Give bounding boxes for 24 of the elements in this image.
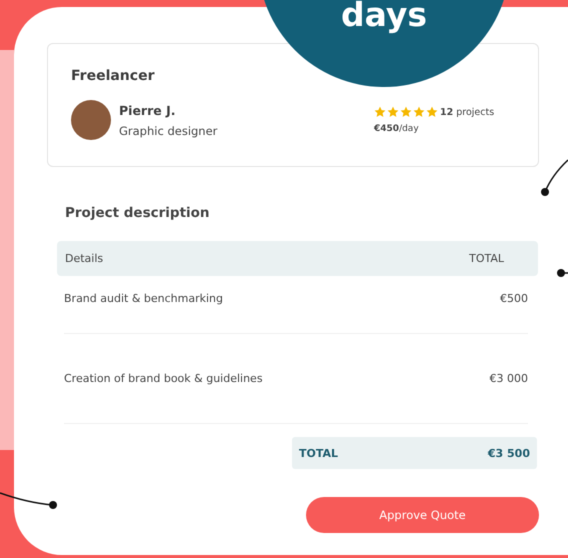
table-cell: €500 [500,292,528,305]
total-label: TOTAL [299,446,338,460]
star-icon [374,106,386,118]
projects-count: 12 projects [440,106,494,118]
connector-line [0,492,57,509]
star-icon [387,106,399,118]
connector-line [541,159,568,196]
table-cell: Brand audit & benchmarking [64,292,223,305]
approve-button[interactable]: Approve Quote [306,497,539,533]
table-cell: Creation of brand book & guidelines [64,372,263,385]
column-header: Details [65,252,104,265]
column-header: TOTAL [469,252,504,265]
star-icon [426,106,438,118]
total-value: €3 500 [488,446,530,460]
star-icon [400,106,412,118]
section-heading: Freelancer [71,68,156,84]
freelancer-name: Pierre J. [119,102,176,118]
section-heading: Project description [65,205,211,221]
avatar [71,100,111,140]
table-cell: €3 000 [490,372,528,385]
daily-rate: €450/day [374,124,420,134]
star-icon [413,106,425,118]
badge-text: days [340,0,428,33]
freelancer-role: Graphic designer [119,124,218,138]
